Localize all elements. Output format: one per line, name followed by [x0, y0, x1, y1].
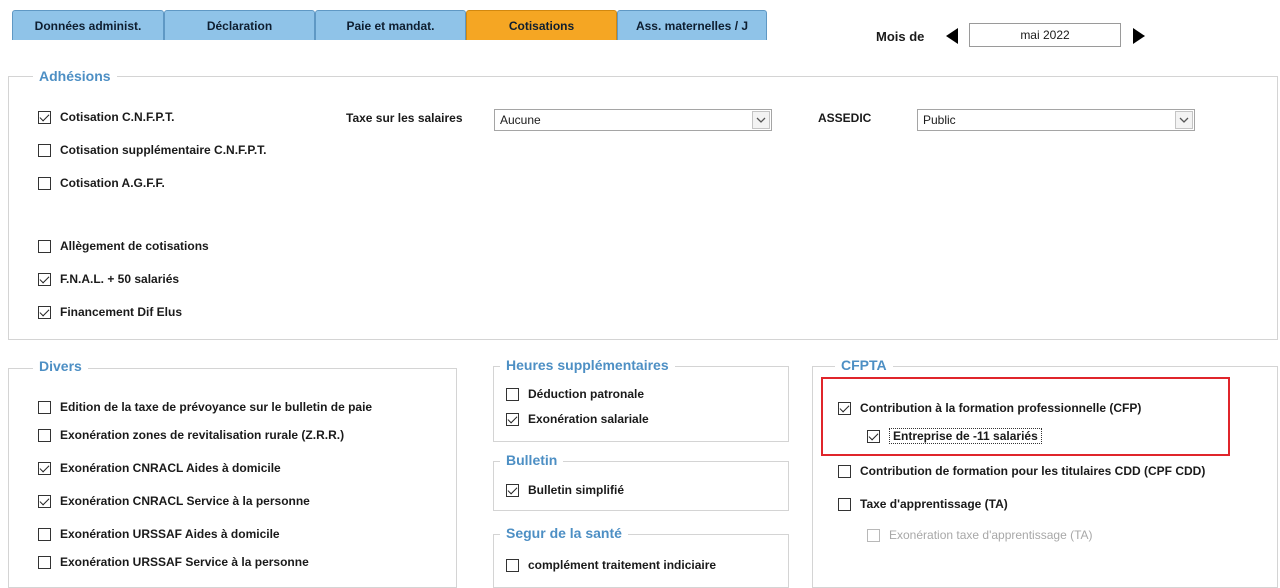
- exoneration-cnracl-service-checkbox[interactable]: [38, 494, 51, 508]
- exoneration-zrr-checkbox[interactable]: [38, 428, 51, 442]
- cotisation-supplementaire-cnfpt-checkbox[interactable]: [38, 143, 51, 157]
- assedic-dropdown-button[interactable]: [1175, 111, 1193, 129]
- cotisation-cnfpt-label: Cotisation C.N.F.P.T.: [60, 110, 175, 124]
- entreprise-moins-11-checkbox-row[interactable]: Entreprise de -11 salariés: [867, 427, 1042, 445]
- segur-sante-title: Segur de la santé: [500, 525, 628, 541]
- exoneration-cnracl-service-checkbox-row[interactable]: Exonération CNRACL Service à la personne: [38, 492, 310, 510]
- exoneration-taxe-apprentissage-checkbox: [867, 528, 880, 542]
- deduction-patronale-checkbox-row[interactable]: Déduction patronale: [506, 385, 644, 403]
- exoneration-salariale-checkbox[interactable]: [506, 412, 519, 426]
- edition-taxe-prevoyance-label: Edition de la taxe de prévoyance sur le …: [60, 400, 373, 414]
- bulletin-title: Bulletin: [500, 452, 564, 468]
- exoneration-cnracl-aides-label: Exonération CNRACL Aides à domicile: [60, 461, 281, 475]
- exoneration-taxe-apprentissage-label: Exonération taxe d'apprentissage (TA): [889, 528, 1093, 542]
- arrow-right-icon: [1133, 28, 1145, 44]
- cotisation-cnfpt-checkbox-row[interactable]: Cotisation C.N.F.P.T.: [38, 108, 174, 126]
- tab-donnees-administratives[interactable]: Données administ.: [12, 10, 164, 40]
- cpf-cdd-checkbox-row[interactable]: Contribution de formation pour les titul…: [838, 462, 1205, 480]
- edition-taxe-prevoyance-checkbox-row[interactable]: Edition de la taxe de prévoyance sur le …: [38, 398, 372, 416]
- divers-title: Divers: [33, 358, 88, 374]
- entreprise-moins-11-checkbox[interactable]: [867, 429, 880, 443]
- fnal-checkbox-row[interactable]: F.N.A.L. + 50 salariés: [38, 270, 179, 288]
- exoneration-urssaf-service-checkbox-row[interactable]: Exonération URSSAF Service à la personne: [38, 553, 309, 571]
- allegement-cotisations-checkbox-row[interactable]: Allègement de cotisations: [38, 237, 209, 255]
- arrow-left-icon: [946, 28, 958, 44]
- cotisation-agff-label: Cotisation A.G.F.F.: [60, 176, 165, 190]
- cotisation-supplementaire-cnfpt-checkbox-row[interactable]: Cotisation supplémentaire C.N.F.P.T.: [38, 141, 266, 159]
- complement-traitement-indiciaire-checkbox-row[interactable]: complément traitement indiciaire: [506, 556, 716, 574]
- deduction-patronale-checkbox[interactable]: [506, 387, 519, 401]
- exoneration-urssaf-aides-checkbox-row[interactable]: Exonération URSSAF Aides à domicile: [38, 525, 280, 543]
- fnal-label: F.N.A.L. + 50 salariés: [60, 272, 180, 286]
- cotisation-agff-checkbox[interactable]: [38, 176, 51, 190]
- taxe-salaires-select[interactable]: Aucune: [494, 109, 772, 131]
- cpf-cdd-label: Contribution de formation pour les titul…: [860, 464, 1206, 478]
- exoneration-salariale-checkbox-row[interactable]: Exonération salariale: [506, 410, 649, 428]
- exoneration-salariale-label: Exonération salariale: [528, 412, 649, 426]
- cotisation-supplementaire-cnfpt-label: Cotisation supplémentaire C.N.F.P.T.: [60, 143, 267, 157]
- cfp-checkbox[interactable]: [838, 401, 851, 415]
- cotisation-cnfpt-checkbox[interactable]: [38, 110, 51, 124]
- edition-taxe-prevoyance-checkbox[interactable]: [38, 400, 51, 414]
- exoneration-cnracl-service-label: Exonération CNRACL Service à la personne: [60, 494, 310, 508]
- exoneration-zrr-label: Exonération zones de revitalisation rura…: [60, 428, 345, 442]
- assedic-value: Public: [923, 113, 956, 127]
- exoneration-urssaf-service-checkbox[interactable]: [38, 555, 51, 569]
- cfp-label: Contribution à la formation professionne…: [860, 401, 1142, 415]
- chevron-down-icon: [756, 117, 766, 123]
- bulletin-simplifie-label: Bulletin simplifié: [528, 483, 625, 497]
- tab-cotisations[interactable]: Cotisations: [466, 10, 617, 40]
- cfp-checkbox-row[interactable]: Contribution à la formation professionne…: [838, 399, 1141, 417]
- allegement-cotisations-checkbox[interactable]: [38, 239, 51, 253]
- taxe-apprentissage-label: Taxe d'apprentissage (TA): [860, 497, 1008, 511]
- allegement-cotisations-label: Allègement de cotisations: [60, 239, 209, 253]
- previous-month-button[interactable]: [942, 26, 962, 46]
- taxe-salaires-label: Taxe sur les salaires: [346, 111, 463, 125]
- tab-paie-et-mandat[interactable]: Paie et mandat.: [315, 10, 466, 40]
- exoneration-urssaf-service-label: Exonération URSSAF Service à la personne: [60, 555, 309, 569]
- financement-dif-elus-checkbox[interactable]: [38, 305, 51, 319]
- deduction-patronale-label: Déduction patronale: [528, 387, 645, 401]
- cfpta-title: CFPTA: [835, 357, 893, 373]
- complement-traitement-indiciaire-checkbox[interactable]: [506, 558, 519, 572]
- assedic-label: ASSEDIC: [818, 111, 872, 125]
- chevron-down-icon: [1179, 117, 1189, 123]
- taxe-apprentissage-checkbox[interactable]: [838, 497, 851, 511]
- exoneration-zrr-checkbox-row[interactable]: Exonération zones de revitalisation rura…: [38, 426, 344, 444]
- taxe-salaires-value: Aucune: [500, 113, 541, 127]
- complement-traitement-indiciaire-label: complément traitement indiciaire: [528, 558, 717, 572]
- exoneration-cnracl-aides-checkbox[interactable]: [38, 461, 51, 475]
- entreprise-moins-11-label: Entreprise de -11 salariés: [889, 428, 1042, 444]
- tab-ass-maternelles[interactable]: Ass. maternelles / J: [617, 10, 767, 40]
- next-month-button[interactable]: [1129, 26, 1149, 46]
- adhesions-title: Adhésions: [33, 68, 117, 84]
- tab-declaration[interactable]: Déclaration: [164, 10, 315, 40]
- month-label: Mois de: [876, 29, 925, 44]
- month-field[interactable]: mai 2022: [969, 23, 1121, 47]
- heures-supplementaires-group: [493, 366, 789, 442]
- fnal-checkbox[interactable]: [38, 272, 51, 286]
- taxe-apprentissage-checkbox-row[interactable]: Taxe d'apprentissage (TA): [838, 495, 1008, 513]
- bulletin-simplifie-checkbox[interactable]: [506, 483, 519, 497]
- financement-dif-elus-label: Financement Dif Elus: [60, 305, 183, 319]
- financement-dif-elus-checkbox-row[interactable]: Financement Dif Elus: [38, 303, 182, 321]
- exoneration-taxe-apprentissage-checkbox-row: Exonération taxe d'apprentissage (TA): [867, 526, 1093, 544]
- cotisation-agff-checkbox-row[interactable]: Cotisation A.G.F.F.: [38, 174, 165, 192]
- heures-supplementaires-title: Heures supplémentaires: [500, 357, 675, 373]
- assedic-select[interactable]: Public: [917, 109, 1195, 131]
- taxe-salaires-dropdown-button[interactable]: [752, 111, 770, 129]
- exoneration-urssaf-aides-checkbox[interactable]: [38, 527, 51, 541]
- exoneration-urssaf-aides-label: Exonération URSSAF Aides à domicile: [60, 527, 280, 541]
- exoneration-cnracl-aides-checkbox-row[interactable]: Exonération CNRACL Aides à domicile: [38, 459, 281, 477]
- bulletin-simplifie-checkbox-row[interactable]: Bulletin simplifié: [506, 481, 624, 499]
- cpf-cdd-checkbox[interactable]: [838, 464, 851, 478]
